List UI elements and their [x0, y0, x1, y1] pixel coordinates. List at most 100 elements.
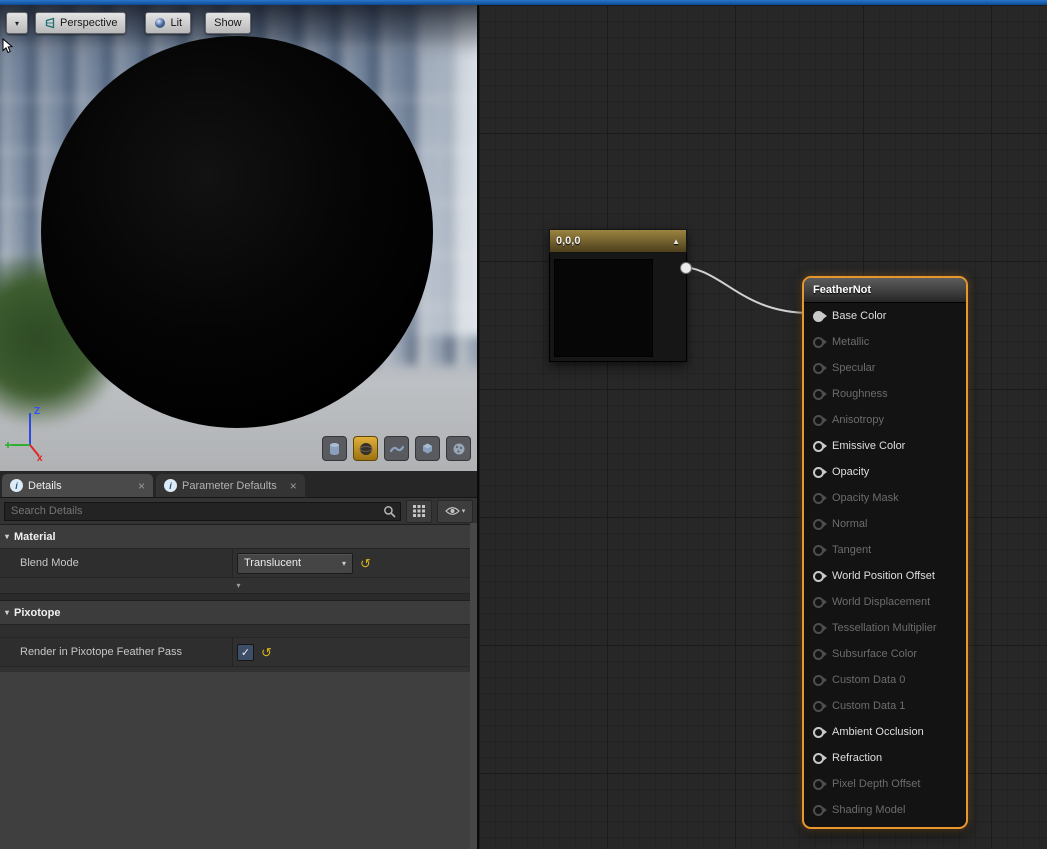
- viewport-options-dropdown-button[interactable]: ▾: [6, 12, 28, 34]
- pin-icon[interactable]: [813, 519, 824, 530]
- chevron-down-icon: ▾: [462, 507, 466, 515]
- material-input-pin-refraction[interactable]: Refraction: [804, 745, 966, 771]
- material-input-pin-subsurface-color[interactable]: Subsurface Color: [804, 641, 966, 667]
- details-scrollbar[interactable]: [470, 523, 477, 849]
- category-pixotope-label: Pixotope: [14, 607, 60, 619]
- pin-label: Specular: [832, 362, 875, 374]
- pin-icon[interactable]: [813, 571, 824, 582]
- pin-icon[interactable]: [813, 753, 824, 764]
- material-input-pin-custom-data-1[interactable]: Custom Data 1: [804, 693, 966, 719]
- material-input-pin-opacity-mask[interactable]: Opacity Mask: [804, 485, 966, 511]
- pin-icon[interactable]: [813, 441, 824, 452]
- pin-label: Metallic: [832, 336, 869, 348]
- connection-wire: [674, 266, 811, 313]
- category-material[interactable]: ▾ Material: [0, 525, 477, 549]
- pin-icon[interactable]: [813, 545, 824, 556]
- panel-splitter[interactable]: [477, 0, 479, 849]
- material-input-pin-anisotropy[interactable]: Anisotropy: [804, 407, 966, 433]
- viewport-toolbar: ▾ Perspective Lit Sh: [6, 12, 251, 34]
- close-icon[interactable]: ×: [284, 479, 297, 493]
- material-input-pin-custom-data-0[interactable]: Custom Data 0: [804, 667, 966, 693]
- material-input-pin-shading-model[interactable]: Shading Model: [804, 797, 966, 823]
- output-pin[interactable]: [680, 262, 692, 274]
- constant-node-body[interactable]: [549, 253, 687, 362]
- chevron-down-icon: ▾: [15, 19, 19, 28]
- blend-mode-label: Blend Mode: [0, 549, 233, 577]
- info-icon: i: [164, 479, 177, 492]
- preview-shape-custom-mesh-button[interactable]: [446, 436, 471, 461]
- blend-mode-dropdown[interactable]: Translucent ▾: [237, 553, 353, 574]
- material-input-pin-pixel-depth-offset[interactable]: Pixel Depth Offset: [804, 771, 966, 797]
- material-input-pin-roughness[interactable]: Roughness: [804, 381, 966, 407]
- constant-color-node[interactable]: 0,0,0 ▲: [549, 229, 687, 362]
- preview-shape-cube-button[interactable]: [415, 436, 440, 461]
- feather-pass-checkbox[interactable]: ✓: [237, 644, 254, 661]
- material-input-pin-base-color[interactable]: Base Color: [804, 303, 966, 329]
- material-input-pin-tessellation-multiplier[interactable]: Tessellation Multiplier: [804, 615, 966, 641]
- material-input-pin-emissive-color[interactable]: Emissive Color: [804, 433, 966, 459]
- pin-icon[interactable]: [813, 493, 824, 504]
- pin-icon[interactable]: [813, 415, 824, 426]
- preview-shape-cylinder-button[interactable]: [322, 436, 347, 461]
- mouse-cursor: [2, 38, 14, 54]
- search-details-input[interactable]: [4, 502, 401, 521]
- pin-icon[interactable]: [813, 649, 824, 660]
- pin-icon[interactable]: [813, 675, 824, 686]
- tab-parameter-defaults[interactable]: i Parameter Defaults ×: [156, 474, 305, 497]
- chevron-down-icon: ▾: [342, 559, 346, 568]
- constant-node-header[interactable]: 0,0,0 ▲: [549, 229, 687, 253]
- pin-icon[interactable]: [813, 779, 824, 790]
- pin-icon[interactable]: [813, 337, 824, 348]
- material-input-pin-normal[interactable]: Normal: [804, 511, 966, 537]
- pin-label: Emissive Color: [832, 440, 905, 452]
- category-pixotope[interactable]: ▾ Pixotope: [0, 601, 477, 625]
- view-options-button[interactable]: ▾: [437, 500, 473, 523]
- feathernot-node-header[interactable]: FeatherNot: [804, 278, 966, 303]
- pin-label: Ambient Occlusion: [832, 726, 924, 738]
- pin-icon[interactable]: [813, 597, 824, 608]
- reset-to-default-icon[interactable]: ↺: [261, 646, 272, 659]
- feathernot-material-node[interactable]: FeatherNot Base Color Metallic Specular Rou…: [802, 276, 968, 829]
- material-input-pin-metallic[interactable]: Metallic: [804, 329, 966, 355]
- lit-mode-icon: [154, 17, 166, 29]
- color-swatch[interactable]: [554, 259, 653, 357]
- material-input-pin-opacity[interactable]: Opacity: [804, 459, 966, 485]
- chevron-down-icon: ▾: [236, 581, 240, 590]
- pin-icon[interactable]: [813, 701, 824, 712]
- perspective-button[interactable]: Perspective: [35, 12, 126, 34]
- close-icon[interactable]: ×: [132, 479, 145, 493]
- preview-shape-sphere-button[interactable]: [353, 436, 378, 461]
- pin-icon[interactable]: [813, 623, 824, 634]
- pin-icon[interactable]: [813, 727, 824, 738]
- pin-icon[interactable]: [813, 363, 824, 374]
- collapse-node-icon[interactable]: ▲: [672, 237, 680, 246]
- pin-label: Opacity Mask: [832, 492, 899, 504]
- advanced-expander[interactable]: ▾: [0, 578, 477, 594]
- check-icon: ✓: [241, 646, 250, 659]
- pin-icon[interactable]: [813, 467, 824, 478]
- preview-mesh-sphere: [41, 36, 433, 428]
- property-matrix-button[interactable]: [406, 500, 432, 523]
- gizmo-z-label: Z: [34, 406, 40, 417]
- pin-icon[interactable]: [813, 805, 824, 816]
- preview-viewport[interactable]: ▾ Perspective Lit Sh: [0, 5, 477, 471]
- reset-to-default-icon[interactable]: ↺: [360, 557, 371, 570]
- tab-details[interactable]: i Details ×: [2, 474, 153, 497]
- material-graph-canvas[interactable]: 0,0,0 ▲ FeatherNot Base Color Metallic Spe…: [479, 5, 1047, 849]
- pin-label: Pixel Depth Offset: [832, 778, 920, 790]
- material-input-pin-world-position-offset[interactable]: World Position Offset: [804, 563, 966, 589]
- material-input-pin-ambient-occlusion[interactable]: Ambient Occlusion: [804, 719, 966, 745]
- material-input-pin-world-displacement[interactable]: World Displacement: [804, 589, 966, 615]
- pin-icon[interactable]: [813, 311, 824, 322]
- search-icon: [383, 505, 396, 518]
- info-icon: i: [10, 479, 23, 492]
- material-input-pin-specular[interactable]: Specular: [804, 355, 966, 381]
- preview-shape-plane-button[interactable]: [384, 436, 409, 461]
- pin-icon[interactable]: [813, 389, 824, 400]
- pin-label: Subsurface Color: [832, 648, 917, 660]
- show-button[interactable]: Show: [205, 12, 251, 34]
- grid-icon: [413, 505, 425, 517]
- material-input-pin-tangent[interactable]: Tangent: [804, 537, 966, 563]
- lit-button[interactable]: Lit: [145, 12, 191, 34]
- show-button-label: Show: [214, 17, 242, 29]
